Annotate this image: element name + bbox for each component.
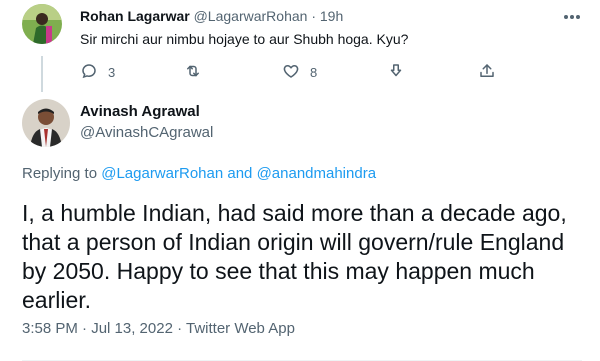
replying-to-label: Replying to [22, 165, 98, 182]
retweet-icon [184, 62, 202, 83]
retweet-button[interactable] [184, 62, 212, 83]
reply-author-name[interactable]: Rohan Lagarwar [80, 8, 190, 24]
reply-actions-bar: 3 8 [80, 62, 500, 80]
reply-time[interactable]: 19h [320, 8, 343, 24]
tweet-text: I, a humble Indian, had said more than a… [22, 200, 567, 313]
heart-icon [282, 62, 300, 83]
reply-tweet[interactable]: Rohan Lagarwar @LagarwarRohan · 19h Sir … [0, 0, 600, 92]
download-icon [387, 62, 405, 83]
reply-text: Sir mirchi aur nimbu hojaye to aur Shubh… [80, 31, 409, 47]
reply-button[interactable]: 3 [80, 62, 115, 83]
share-icon [478, 62, 496, 83]
replying-and-text[interactable]: and [227, 165, 252, 182]
tweet-timestamp[interactable]: 3:58 PM · Jul 13, 2022 · Twitter Web App [22, 320, 295, 337]
download-button[interactable] [387, 62, 405, 83]
mention-link-anandmahindra[interactable]: @anandmahindra [257, 165, 376, 182]
main-tweet: Avinash Agrawal @AvinashCAgrawal Replyin… [0, 92, 600, 361]
more-options-button[interactable] [562, 6, 582, 26]
like-button[interactable]: 8 [282, 62, 317, 83]
replying-to-line: Replying to @LagarwarRohan and @anandmah… [22, 165, 376, 182]
reply-author-handle[interactable]: @LagarwarRohan [194, 8, 308, 24]
share-button[interactable] [478, 62, 496, 83]
tweet-author-avatar[interactable] [22, 99, 70, 147]
reply-header: Rohan Lagarwar @LagarwarRohan · 19h [80, 8, 343, 24]
reply-icon [80, 62, 98, 83]
reply-separator: · [311, 8, 316, 24]
tweet-author-name[interactable]: Avinash Agrawal [80, 103, 200, 120]
reply-author-avatar[interactable] [22, 4, 62, 44]
thread-connector-line [41, 56, 43, 92]
like-count: 8 [310, 65, 318, 80]
reply-count: 3 [108, 65, 116, 80]
mention-link-lagarwarrohan[interactable]: @LagarwarRohan [101, 165, 223, 182]
more-horizontal-icon [563, 7, 581, 25]
tweet-author-handle[interactable]: @AvinashCAgrawal [80, 124, 213, 141]
